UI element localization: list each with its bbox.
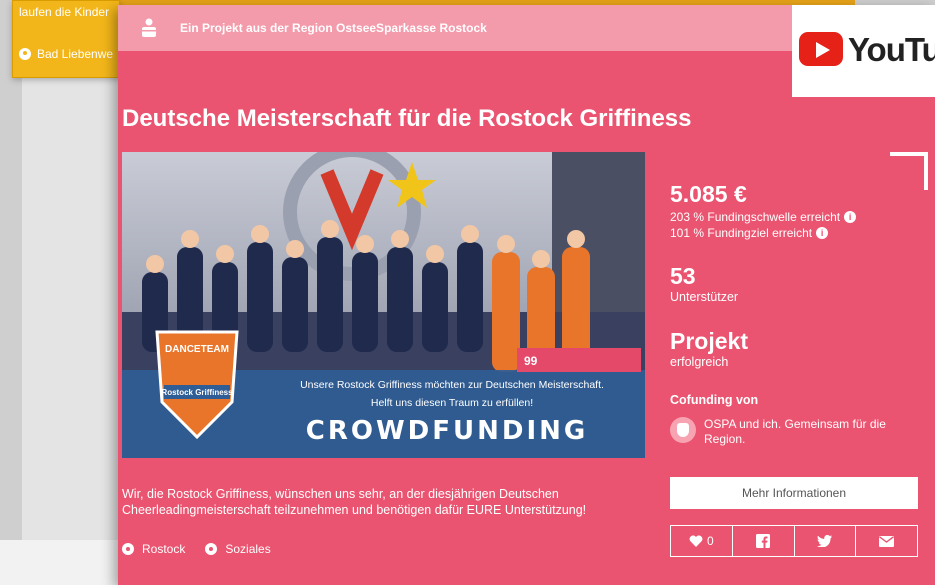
project-tags: Rostock Soziales xyxy=(122,542,271,556)
cofunding-block: Cofunding von OSPA und ich. Gemeinsam fü… xyxy=(670,393,920,447)
team-photo: 99 DANCETEAM Rostock Griffiness Unsere R… xyxy=(122,152,645,458)
info-icon[interactable]: i xyxy=(844,211,857,223)
facebook-share-button[interactable] xyxy=(731,526,794,556)
cofunding-text: OSPA und ich. Gemeinsam für die Region. xyxy=(704,417,886,446)
logo-top-text: DANCETEAM xyxy=(165,344,229,355)
region-text: Ein Projekt aus der Region OstseeSparkas… xyxy=(180,21,487,35)
cofunding-heading: Cofunding von xyxy=(670,393,759,407)
project-image[interactable]: 99 DANCETEAM Rostock Griffiness Unsere R… xyxy=(122,152,645,458)
heart-icon xyxy=(689,535,703,547)
banner-line-2: Helft uns diesen Traum zu erfüllen! xyxy=(371,397,533,409)
status-title: Projekt xyxy=(670,328,748,354)
facebook-icon xyxy=(756,534,771,548)
location-icon xyxy=(19,48,31,60)
youtube-overlay[interactable]: YouTube xyxy=(792,5,935,97)
more-info-button[interactable]: Mehr Informationen xyxy=(670,477,918,509)
banner-line-1: Unsere Rostock Griffiness möchten zur De… xyxy=(300,379,604,391)
twitter-icon xyxy=(817,535,833,547)
funding-goal-text: 101 % Fundingziel erreicht xyxy=(670,226,813,240)
info-icon[interactable]: i xyxy=(816,227,829,239)
background-card-text: laufen die Kinder xyxy=(19,5,110,19)
supporters-label: Unterstützer xyxy=(670,290,739,304)
cofunding-partner[interactable]: OSPA und ich. Gemeinsam für die Region. xyxy=(670,417,920,447)
funding-threshold: 203 % Fundingschwelle erreicht i xyxy=(670,210,920,224)
sparkasse-logo-icon xyxy=(142,18,156,37)
tag-category[interactable]: Soziales xyxy=(205,542,271,556)
tag-location[interactable]: Rostock xyxy=(122,542,185,556)
like-count: 0 xyxy=(707,534,714,548)
background-project-card[interactable]: laufen die Kinder Bad Liebenwe xyxy=(12,0,120,78)
background-card-location: Bad Liebenwe xyxy=(19,47,113,61)
funding-goal: 101 % Fundingziel erreicht i xyxy=(670,226,920,240)
funding-threshold-text: 203 % Fundingschwelle erreicht xyxy=(670,210,841,224)
project-description: Wir, die Rostock Griffiness, wünschen un… xyxy=(122,487,587,517)
tag-category-label: Soziales xyxy=(225,542,271,556)
status-value: erfolgreich xyxy=(670,355,729,369)
supporters-block: 53 Unterstützer xyxy=(670,263,738,304)
logo-bottom-text: Rostock Griffiness xyxy=(161,388,233,397)
project-status: Projekt erfolgreich xyxy=(670,328,748,369)
supporters-count: 53 xyxy=(670,263,696,289)
project-title[interactable]: Deutsche Meisterschaft für die Rostock G… xyxy=(122,105,691,133)
email-share-button[interactable] xyxy=(855,526,917,556)
share-bar: 0 xyxy=(670,525,918,557)
background-strip xyxy=(0,0,22,540)
badge-number: 99 xyxy=(524,354,538,368)
tag-location-label: Rostock xyxy=(142,542,186,556)
like-button[interactable]: 0 xyxy=(671,526,732,556)
funding-stats: 5.085 € 203 % Fundingschwelle erreicht i… xyxy=(670,181,920,240)
background-card-location-label: Bad Liebenwe xyxy=(37,47,114,61)
twitter-share-button[interactable] xyxy=(793,526,856,556)
funding-amount: 5.085 € xyxy=(670,181,747,207)
ospa-logo-icon xyxy=(670,417,696,443)
category-icon xyxy=(205,543,218,555)
background-panel xyxy=(22,78,120,540)
youtube-play-icon xyxy=(799,32,843,66)
banner-title: CROWDFUNDING xyxy=(306,416,588,446)
youtube-label: YouTube xyxy=(848,31,935,68)
email-icon xyxy=(879,535,895,547)
location-icon xyxy=(122,543,134,555)
